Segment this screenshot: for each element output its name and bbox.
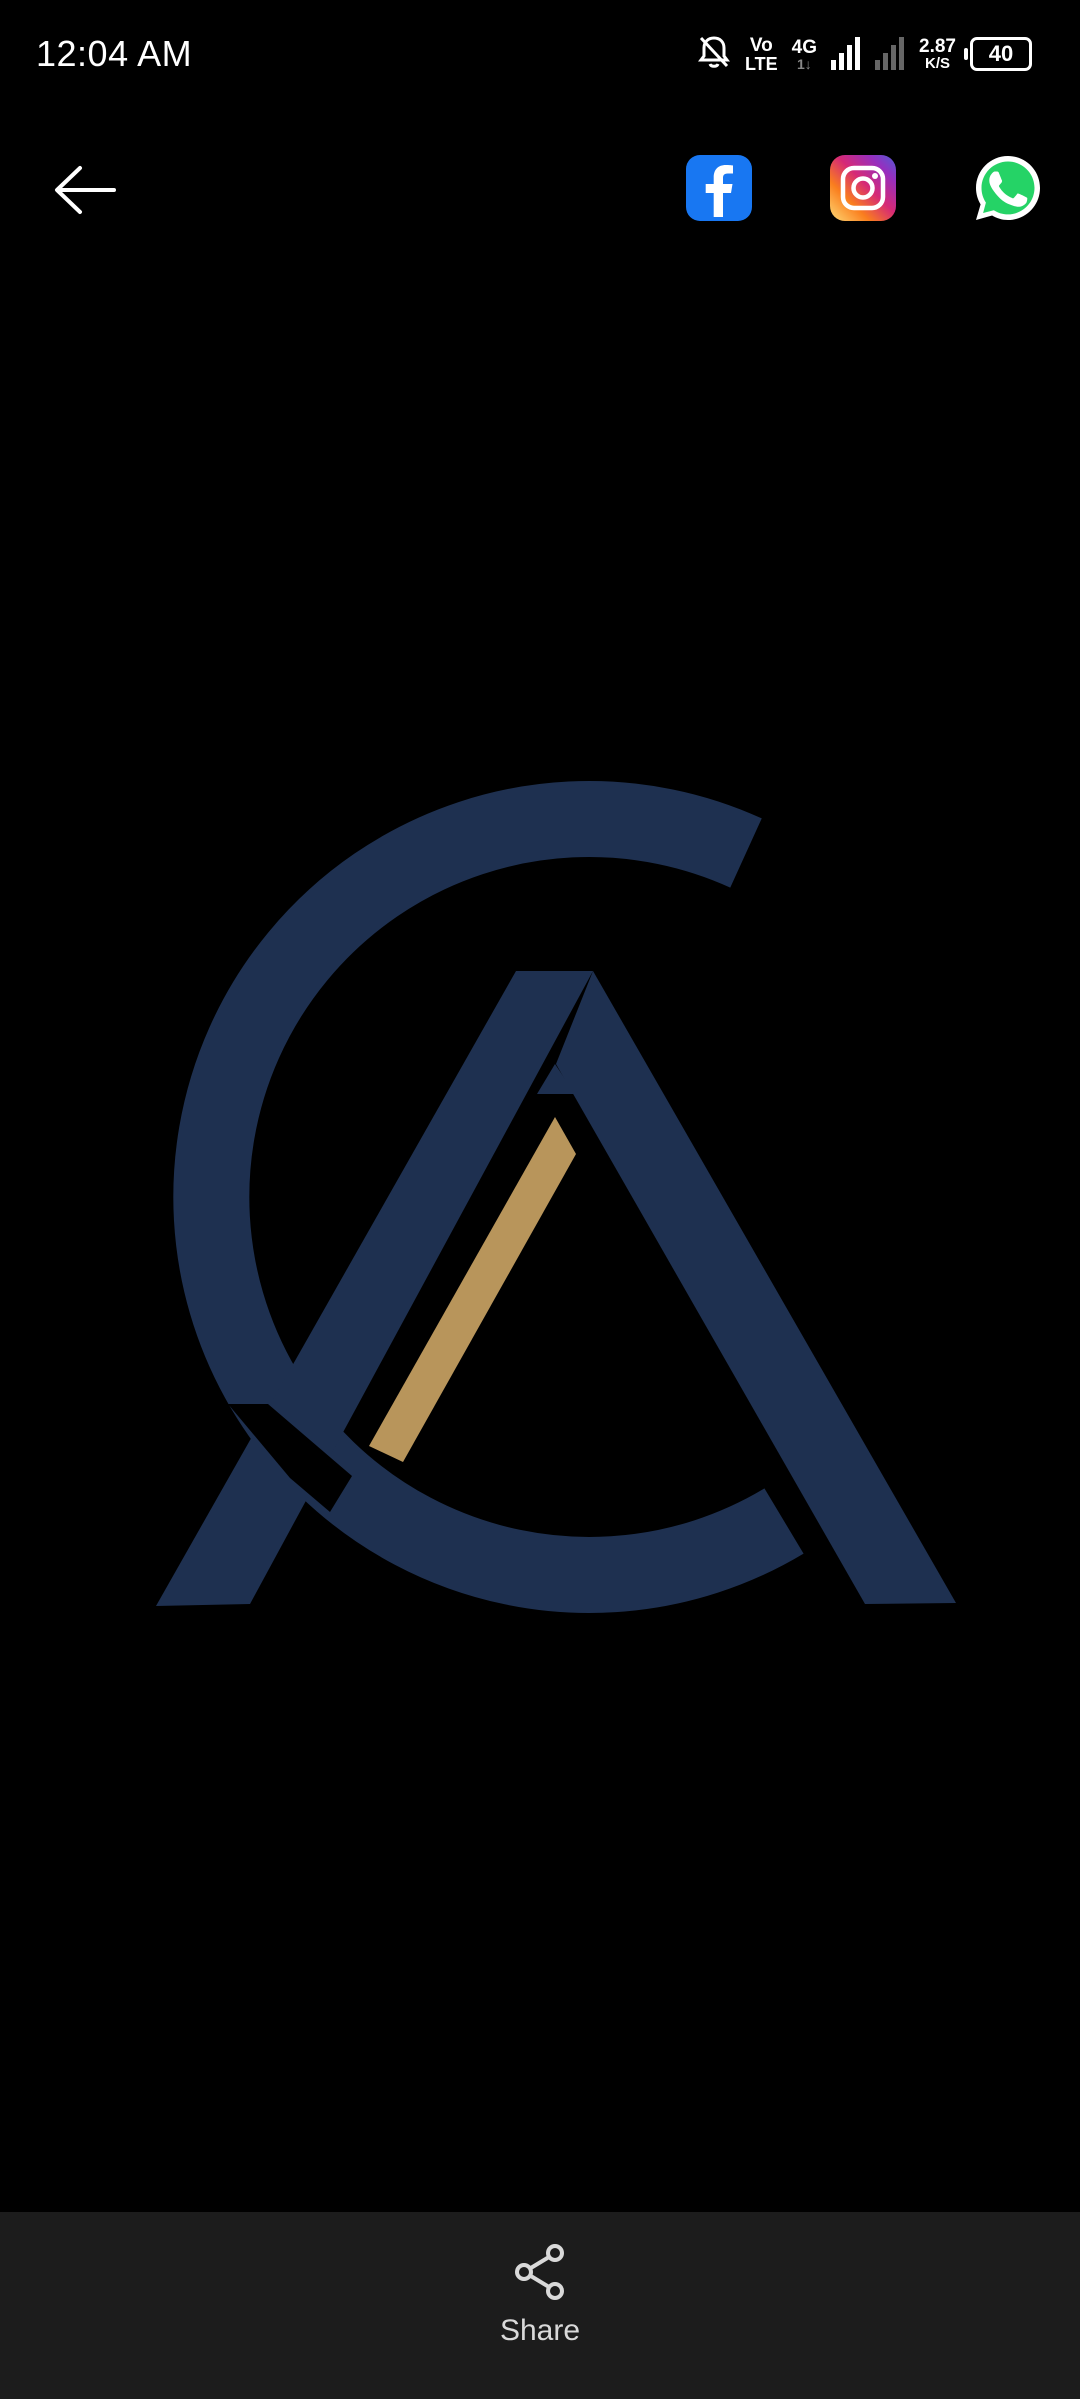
status-time: 12:04 AM — [36, 33, 193, 74]
network-type-text: 4G — [791, 36, 818, 58]
whatsapp-button[interactable] — [972, 152, 1044, 224]
battery-indicator: 40 — [964, 37, 1032, 71]
share-icon — [515, 2244, 564, 2300]
whatsapp-icon — [976, 156, 1040, 220]
network-type: 4G 1↓ — [792, 38, 817, 71]
bell-off-icon — [697, 34, 731, 75]
status-bar: 12:04 AM Vo LTE 4G 1↓ 2.87 K/S 40 — [0, 0, 1080, 108]
battery-level: 40 — [988, 41, 1014, 66]
share-button[interactable]: Share — [440, 2242, 640, 2372]
network-speed: 2.87 K/S — [919, 37, 956, 71]
bottom-bar: Share — [0, 2212, 1080, 2399]
signal-strength-icon — [831, 34, 861, 75]
share-label: Share — [499, 2314, 581, 2347]
network-speed-value: 2.87 — [919, 36, 956, 57]
volte-bottom-text: LTE — [744, 53, 778, 74]
signal-strength-2-icon — [875, 34, 905, 75]
instagram-button[interactable] — [830, 155, 896, 221]
network-speed-unit: K/S — [925, 55, 951, 72]
logo-image — [0, 260, 1080, 2210]
volte-top-text: Vo — [749, 34, 773, 56]
ca-logo-graphic — [156, 781, 956, 1613]
instagram-icon — [830, 155, 896, 221]
volte-indicator: Vo LTE — [745, 36, 778, 73]
facebook-button[interactable] — [686, 155, 752, 221]
back-button[interactable] — [40, 150, 128, 230]
facebook-icon — [686, 155, 752, 221]
network-sub-text: 1↓ — [796, 55, 812, 72]
arrow-left-icon — [55, 166, 116, 214]
status-icons: Vo LTE 4G 1↓ 2.87 K/S 40 — [697, 30, 1032, 78]
